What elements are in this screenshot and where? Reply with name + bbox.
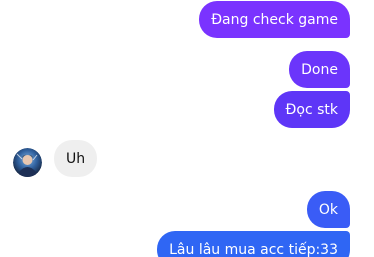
chat-thread: Đang check game Done Đọc stk Uh Ok Lâu l… <box>0 0 374 257</box>
avatar-image <box>13 148 42 177</box>
contact-avatar[interactable] <box>13 148 42 177</box>
message-bubble-incoming[interactable]: Uh <box>54 140 98 177</box>
message-bubble-outgoing[interactable]: Lâu lâu mua acc tiếp:33 <box>157 231 350 257</box>
message-bubble-outgoing[interactable]: Ok <box>306 191 350 228</box>
message-bubble-outgoing[interactable]: Đang check game <box>199 1 350 38</box>
message-bubble-outgoing[interactable]: Done <box>289 51 350 88</box>
message-text: Uh <box>66 150 86 167</box>
message-text: Đọc stk <box>285 101 338 118</box>
message-text: Done <box>301 61 338 78</box>
message-text: Lâu lâu mua acc tiếp:33 <box>169 241 338 257</box>
message-text: Đang check game <box>211 11 338 28</box>
message-bubble-outgoing[interactable]: Đọc stk <box>273 91 350 128</box>
message-text: Ok <box>318 201 338 218</box>
